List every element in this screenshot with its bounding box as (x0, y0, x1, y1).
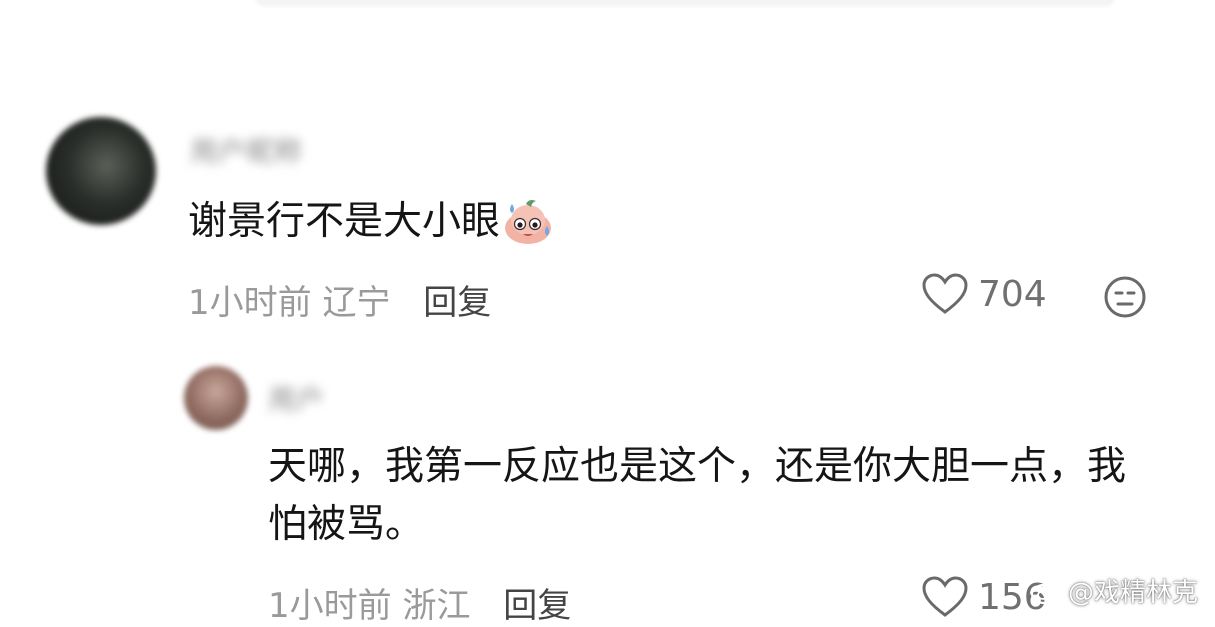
heart-icon (922, 273, 968, 314)
comment-body: 谢景行不是大小眼 (188, 199, 501, 244)
username[interactable]: 用户 (268, 378, 324, 418)
previous-comment-card (255, 0, 1115, 4)
comment-meta: 1小时前 浙江 回复 (268, 578, 571, 627)
location: 浙江 (402, 586, 471, 626)
timestamp: 1小时前 (268, 586, 392, 626)
like-button[interactable]: 704 (922, 273, 1047, 315)
meh-face-icon[interactable] (1103, 275, 1147, 319)
like-count: 704 (978, 273, 1047, 315)
comment-text: 天哪，我第一反应也是这个，还是你大胆一点，我怕被骂。 (268, 444, 1127, 547)
avatar[interactable] (184, 366, 248, 430)
reply-button[interactable]: 回复 (503, 586, 571, 626)
sweating-face-emoji (505, 200, 552, 244)
watermark-text: @戏精林克 (1068, 578, 1199, 608)
weibo-logo-icon (1030, 579, 1063, 604)
watermark: @戏精林克 (1030, 572, 1198, 609)
comment-text: 谢景行不是大小眼 (188, 193, 554, 251)
timestamp: 1小时前 (188, 283, 312, 323)
comment-meta: 1小时前 辽宁 回复 (188, 275, 491, 324)
like-button[interactable]: 156 (922, 576, 1047, 618)
heart-icon (922, 576, 968, 617)
reply-button[interactable]: 回复 (423, 283, 491, 323)
location: 辽宁 (322, 283, 391, 323)
username[interactable]: 用户昵称 (190, 130, 302, 170)
avatar[interactable] (46, 117, 156, 225)
